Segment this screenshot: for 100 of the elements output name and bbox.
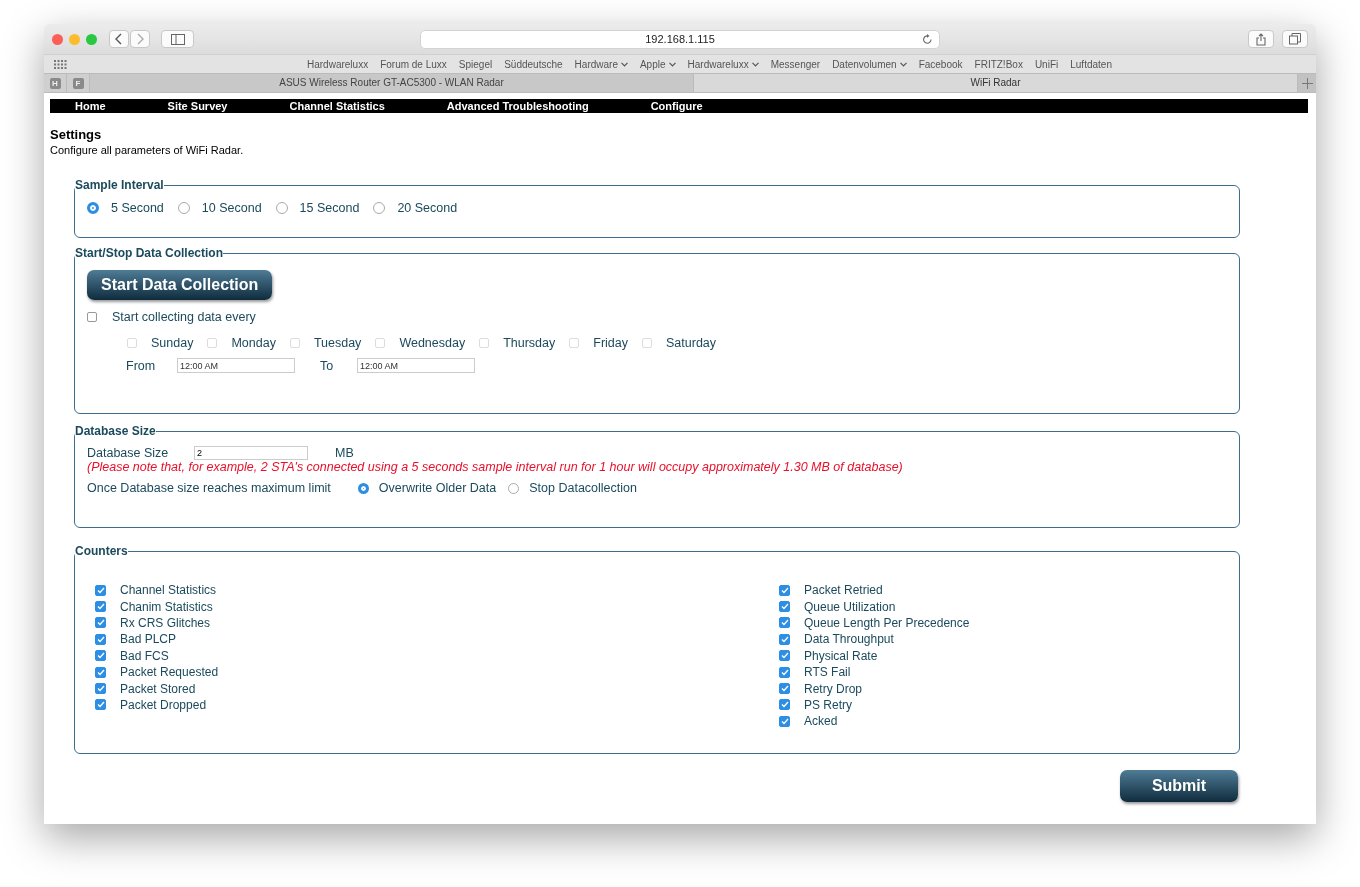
radio-label: 20 Second bbox=[397, 201, 458, 215]
to-label: To bbox=[320, 358, 335, 373]
browser-tab[interactable]: WiFi Radar bbox=[694, 74, 1298, 92]
counter-checkbox[interactable] bbox=[779, 584, 790, 596]
panel-legend: Counters bbox=[75, 544, 128, 558]
counter-label: Queue Utilization bbox=[804, 599, 896, 614]
radio-button[interactable] bbox=[87, 202, 99, 214]
day-checkbox[interactable] bbox=[127, 338, 137, 348]
chevron-icon bbox=[899, 61, 907, 67]
day-checkbox[interactable] bbox=[289, 338, 300, 348]
counter-checkbox[interactable] bbox=[779, 650, 790, 662]
counter-checkbox[interactable] bbox=[95, 601, 106, 613]
address-field[interactable]: 192.168.1.115 bbox=[420, 29, 940, 49]
day-checkbox[interactable] bbox=[479, 338, 490, 348]
nav-link[interactable]: Home bbox=[75, 100, 106, 112]
bookmark-link[interactable]: Süddeutsche bbox=[504, 58, 563, 70]
counter-checkbox[interactable] bbox=[95, 584, 106, 596]
bookmark-link[interactable]: Hardwareluxx bbox=[307, 58, 369, 70]
share-button[interactable] bbox=[1248, 30, 1274, 48]
panel-legend: Sample Interval bbox=[75, 178, 164, 192]
sidebar-button[interactable] bbox=[161, 30, 194, 48]
from-label: From bbox=[126, 358, 157, 373]
day-checkbox[interactable] bbox=[375, 338, 386, 348]
bookmark-link[interactable]: Forum de Luxx bbox=[380, 58, 447, 70]
chevron-icon bbox=[668, 61, 676, 67]
bookmark-link[interactable]: Hardwareluxx bbox=[687, 58, 759, 70]
day-checkbox[interactable] bbox=[207, 338, 218, 348]
bookmark-link[interactable]: Hardware bbox=[574, 58, 628, 70]
radio-button[interactable] bbox=[177, 202, 190, 214]
radio-label: 10 Second bbox=[201, 201, 262, 215]
bookmark-link[interactable]: Apple bbox=[639, 58, 676, 70]
day-label: Saturday bbox=[666, 336, 717, 350]
bookmark-link[interactable]: Luftdaten bbox=[1070, 58, 1112, 70]
bookmark-link[interactable]: Messenger bbox=[770, 58, 821, 70]
nav-link[interactable]: Site Survey bbox=[167, 100, 228, 112]
counter-label: RTS Fail bbox=[804, 665, 851, 680]
new-tab-button[interactable] bbox=[1298, 74, 1316, 92]
radio-button[interactable] bbox=[275, 202, 288, 214]
nav-link[interactable]: Configure bbox=[650, 100, 703, 112]
zoom-icon[interactable] bbox=[86, 33, 97, 45]
counter-checkbox[interactable] bbox=[95, 633, 106, 645]
sidebar-icon bbox=[170, 33, 185, 45]
radio-button[interactable] bbox=[373, 202, 386, 214]
counter-label: Bad PLCP bbox=[120, 632, 177, 647]
bookmark-link[interactable]: Spiegel bbox=[458, 58, 493, 70]
counter-checkbox[interactable] bbox=[779, 666, 790, 678]
day-label: Sunday bbox=[151, 336, 194, 350]
bookmark-link[interactable]: Facebook bbox=[918, 58, 963, 70]
unit-label: MB bbox=[335, 446, 354, 460]
day-checkbox[interactable] bbox=[569, 338, 580, 348]
radio-label: 5 Second bbox=[111, 201, 164, 215]
nav-link[interactable]: Advanced Troubleshooting bbox=[446, 100, 589, 112]
counter-checkbox[interactable] bbox=[779, 601, 790, 613]
checkbox[interactable] bbox=[87, 312, 97, 322]
panel-legend: Start/Stop Data Collection bbox=[75, 246, 223, 260]
bookmark-link[interactable]: UniFi bbox=[1034, 58, 1059, 70]
counter-checkbox[interactable] bbox=[95, 699, 106, 711]
counter-label: Packet Dropped bbox=[120, 697, 207, 712]
counter-checkbox[interactable] bbox=[779, 683, 790, 695]
submit-button[interactable]: Submit bbox=[1120, 770, 1238, 802]
chevron-icon bbox=[751, 61, 759, 67]
limit-label: Once Database size reaches maximum limit bbox=[87, 481, 331, 495]
database-size-field[interactable]: 2 bbox=[194, 446, 308, 460]
counter-checkbox[interactable] bbox=[95, 683, 106, 695]
bookmark-link[interactable]: FRITZ!Box bbox=[974, 58, 1023, 70]
day-label: Thursday bbox=[503, 336, 556, 350]
back-button[interactable] bbox=[109, 30, 129, 48]
counter-label: Retry Drop bbox=[804, 681, 862, 696]
reload-icon[interactable] bbox=[922, 33, 933, 45]
chevron-icon bbox=[620, 61, 628, 67]
tabs-button[interactable] bbox=[1282, 30, 1308, 48]
counter-checkbox[interactable] bbox=[779, 633, 790, 645]
back-icon bbox=[114, 33, 124, 45]
day-label: Monday bbox=[231, 336, 276, 350]
counter-label: Data Throughput bbox=[804, 632, 894, 647]
browser-tab[interactable]: ASUS Wireless Router GT-AC5300 - WLAN Radar bbox=[90, 74, 694, 92]
forward-icon bbox=[135, 33, 145, 45]
day-checkbox[interactable] bbox=[642, 338, 652, 348]
counter-label: Rx CRS Glitches bbox=[120, 615, 211, 630]
note-text: (Please note that, for example, 2 STA's connected using a 5 seconds sample interval run for 1 hour will occupy approximately 1.30 MB of database) bbox=[87, 460, 904, 474]
counter-checkbox[interactable] bbox=[779, 617, 790, 629]
counter-checkbox[interactable] bbox=[95, 617, 106, 629]
from-time-field[interactable]: 12:00 AM bbox=[177, 358, 295, 373]
radio-button[interactable] bbox=[508, 482, 520, 494]
counter-checkbox[interactable] bbox=[779, 715, 790, 727]
day-label: Wednesday bbox=[399, 336, 466, 350]
counter-label: PS Retry bbox=[804, 697, 852, 712]
apps-grid-icon[interactable] bbox=[54, 59, 67, 69]
start-collection-button[interactable]: Start Data Collection bbox=[87, 270, 273, 300]
radio-button[interactable] bbox=[357, 482, 369, 494]
to-time-field[interactable]: 12:00 AM bbox=[357, 358, 475, 373]
nav-link[interactable]: Channel Statistics bbox=[289, 100, 385, 112]
counter-checkbox[interactable] bbox=[779, 699, 790, 711]
counter-checkbox[interactable] bbox=[95, 650, 106, 662]
close-icon[interactable] bbox=[52, 33, 63, 45]
radio-label: Overwrite Older Data bbox=[378, 481, 497, 495]
bookmark-link[interactable]: Datenvolumen bbox=[832, 58, 907, 70]
day-label: Tuesday bbox=[313, 336, 362, 350]
database-size-label: Database Size bbox=[87, 446, 170, 460]
counter-checkbox[interactable] bbox=[95, 666, 106, 678]
